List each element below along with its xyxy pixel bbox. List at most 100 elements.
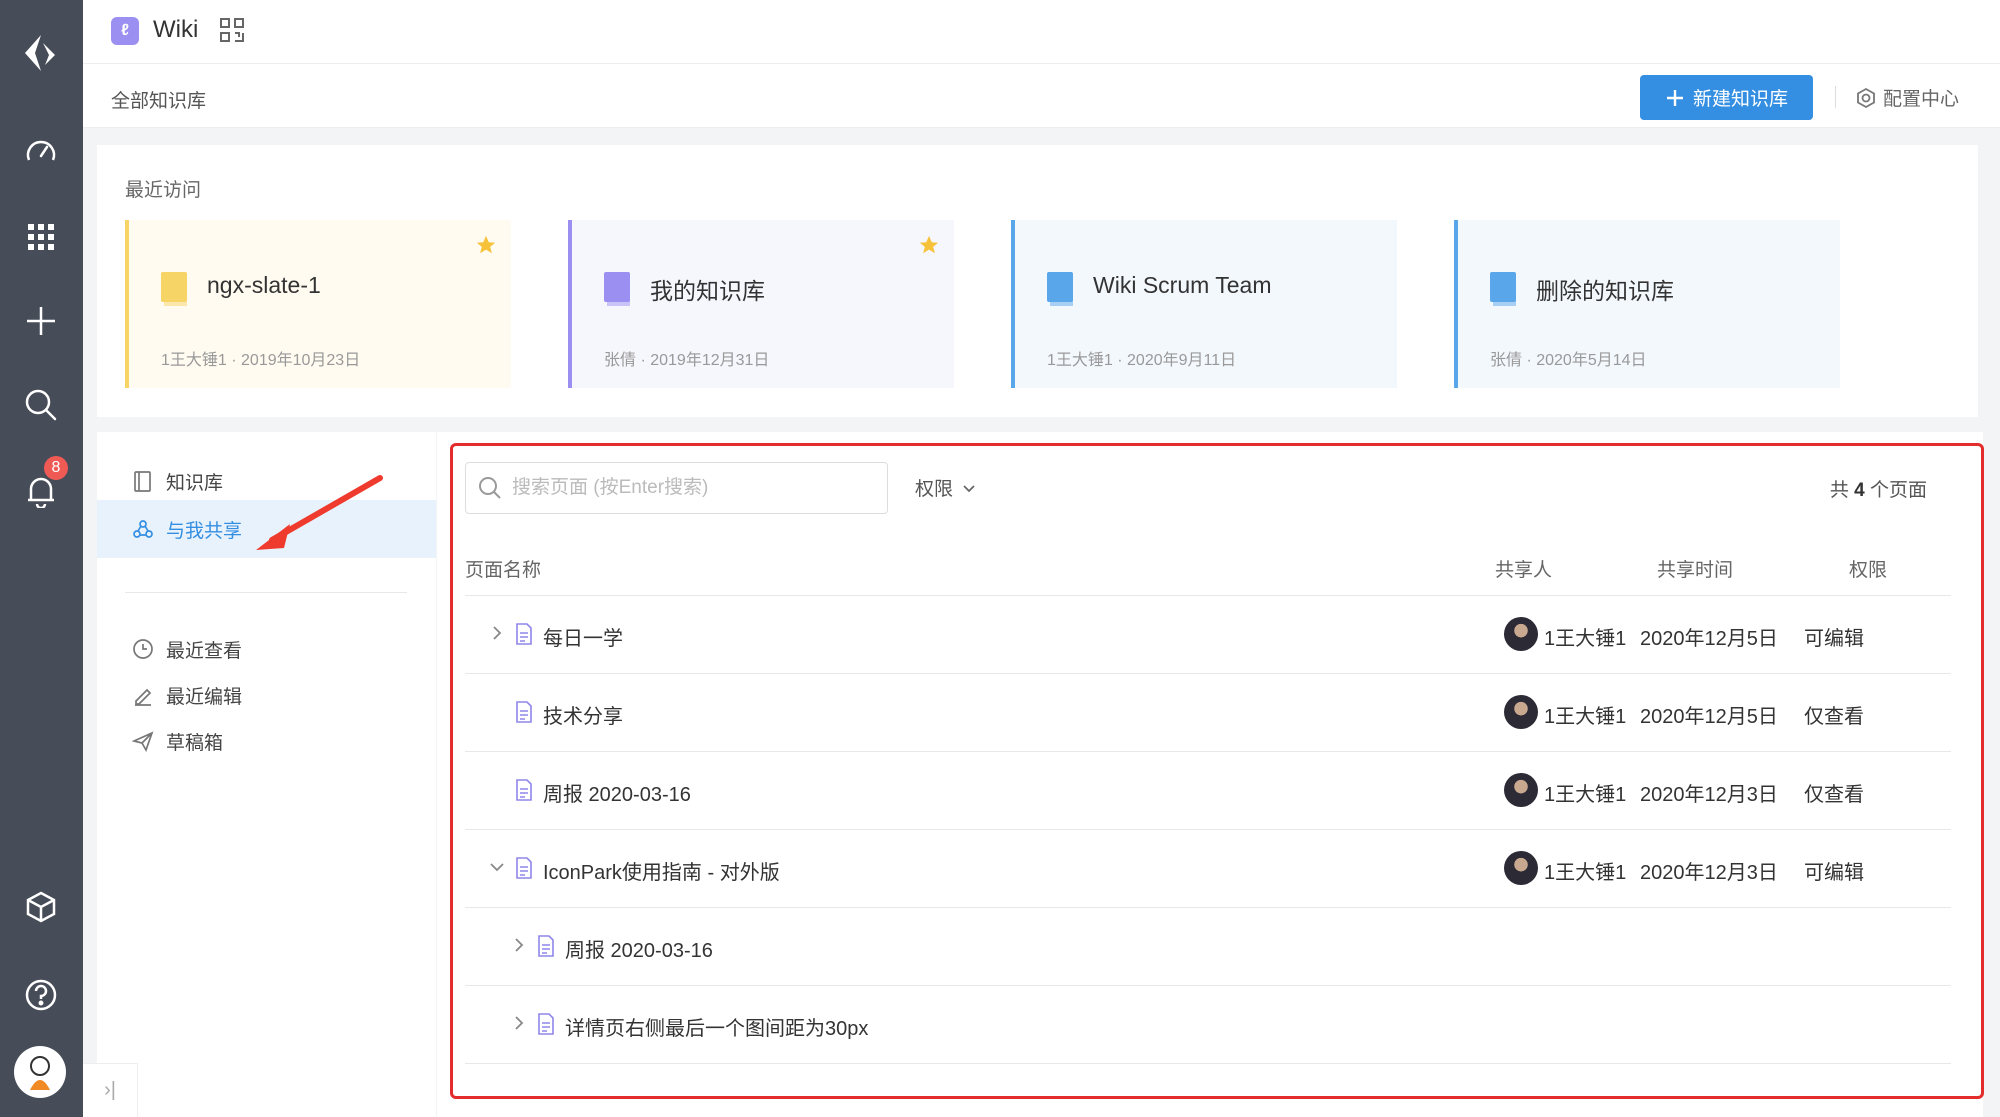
col-page-name[interactable]: 页面名称 [465, 555, 541, 582]
recent-card-name: Wiki Scrum Team [1093, 272, 1272, 298]
user-avatar[interactable] [14, 1046, 66, 1098]
recent-card-name: 我的知识库 [650, 278, 765, 304]
annotation-arrow [256, 475, 383, 550]
chevron-down-icon [963, 484, 975, 492]
book-icon [604, 272, 630, 306]
recent-card-meta: 张倩 · 2019年12月31日 [604, 352, 770, 369]
page-title-link[interactable]: 周报 2020-03-16 [565, 934, 713, 963]
recent-visits-panel: 最近访问 ngx-slate-1 1王大锤1 · 2019年10月23日 我的知识库… [97, 145, 1978, 417]
document-icon [516, 779, 532, 801]
nav-item-label: 与我共享 [166, 520, 243, 542]
recent-card[interactable]: 我的知识库张倩 · 2019年12月31日 [568, 220, 954, 388]
recent-card[interactable]: 删除的知识库 张倩 · 2020年5月14日 [1454, 220, 1840, 388]
share-time: 2020年12月5日 [1640, 706, 1778, 728]
page-title-link[interactable]: 每日一学 [543, 622, 623, 651]
document-icon [538, 935, 554, 957]
col-permission[interactable]: 权限 [1849, 555, 1887, 582]
total-count: 共 4 个页面 [1830, 475, 1927, 502]
add-icon[interactable] [16, 296, 66, 346]
sharer-name: 1王大锤1 [1544, 862, 1627, 884]
table-header: 页面名称 共享人 共享时间 权限 [465, 542, 1951, 596]
edit-icon [135, 688, 152, 706]
sharer-avatar [1504, 617, 1538, 651]
sharer-name: 1王大锤1 [1544, 784, 1627, 806]
star-icon[interactable] [475, 234, 497, 256]
page-title-link[interactable]: 详情页右侧最后一个图间距为30px [565, 1012, 868, 1041]
collapse-sidebar-icon[interactable]: ›| [83, 1063, 138, 1117]
table-row[interactable]: 每日一学 1王大锤1 2020年12月5日 可编辑 [465, 596, 1951, 674]
recent-card[interactable]: ngx-slate-1 1王大锤1 · 2019年10月23日 [125, 220, 511, 388]
table-row[interactable]: 详情页右侧最后一个图间距为30px [465, 986, 1951, 1064]
table-row[interactable]: IconPark使用指南 - 对外版 1王大锤1 2020年12月3日 可编辑 [465, 830, 1951, 908]
page-title-link[interactable]: 周报 2020-03-16 [543, 778, 691, 807]
sharer-name: 1王大锤1 [1544, 706, 1627, 728]
table-row[interactable]: 周报 2020-03-16 [465, 908, 1951, 986]
page-title-link[interactable]: IconPark使用指南 - 对外版 [543, 856, 780, 885]
table-row[interactable]: 周报 2020-03-16 1王大锤1 2020年12月3日 仅查看 [465, 752, 1951, 830]
col-share-time[interactable]: 共享时间 [1657, 555, 1733, 582]
send-icon [132, 731, 154, 752]
chevron-down-icon[interactable] [487, 857, 507, 877]
recent-card[interactable]: Wiki Scrum Team 1王大锤1 · 2020年9月11日 [1011, 220, 1397, 388]
settings-icon [1857, 87, 1875, 108]
star-icon[interactable] [918, 234, 940, 256]
recent-card-name: ngx-slate-1 [207, 272, 321, 298]
config-center-link[interactable]: 配置中心 [1855, 84, 1959, 111]
document-icon [516, 623, 532, 645]
book-icon [1047, 272, 1073, 306]
sharer-avatar [1504, 695, 1538, 729]
recent-visits-title: 最近访问 [125, 180, 202, 201]
help-icon[interactable] [16, 970, 66, 1020]
book-icon [134, 471, 151, 492]
top-header: ℓ Wiki [83, 0, 2000, 64]
permission-value: 仅查看 [1804, 784, 1864, 806]
shared-pages-panel: 权限 共 4 个页面 页面名称 共享人 共享时间 权限 每日一学 1王大锤1 202… [437, 432, 1983, 1117]
permission-value: 可编辑 [1804, 862, 1864, 884]
permission-filter-dropdown[interactable]: 权限 [915, 474, 977, 501]
notification-badge: 8 [44, 456, 68, 480]
permission-value: 可编辑 [1804, 628, 1864, 650]
share-time: 2020年12月5日 [1640, 628, 1778, 650]
qrcode-icon[interactable] [219, 17, 245, 48]
nav-item-label: 最近查看 [166, 640, 243, 662]
permission-value: 仅查看 [1804, 706, 1864, 728]
share-icon [133, 520, 153, 538]
total-number: 4 [1854, 480, 1865, 501]
dashboard-icon[interactable] [16, 128, 66, 178]
document-icon [538, 1013, 554, 1035]
search-icon [479, 477, 501, 499]
book-icon [161, 272, 187, 306]
new-library-label: 新建知识库 [1692, 89, 1788, 110]
page-title: 全部知识库 [111, 91, 207, 112]
header-divider [1835, 86, 1836, 108]
cube-icon[interactable] [16, 882, 66, 932]
total-prefix: 共 [1829, 480, 1849, 501]
total-suffix: 个页面 [1869, 480, 1927, 501]
recent-card-meta: 1王大锤1 · 2020年9月11日 [1047, 352, 1237, 369]
recent-card-name: 删除的知识库 [1536, 278, 1674, 304]
search-input[interactable] [512, 477, 872, 499]
document-icon [516, 701, 532, 723]
nav-item-send[interactable]: 草稿箱 [97, 712, 436, 770]
apps-grid-icon[interactable] [16, 212, 66, 262]
chevron-right-icon[interactable] [509, 935, 529, 955]
share-time: 2020年12月3日 [1640, 862, 1778, 884]
chevron-right-icon[interactable] [487, 623, 507, 643]
search-icon[interactable] [16, 380, 66, 430]
page-search[interactable] [465, 462, 888, 514]
app-title: Wiki [153, 16, 199, 43]
plus-icon [1666, 89, 1683, 106]
sharer-avatar [1504, 773, 1538, 807]
nav-item-label: 最近编辑 [166, 686, 243, 708]
document-icon [516, 857, 532, 879]
nav-item-label: 知识库 [166, 472, 224, 494]
brand-logo-icon[interactable] [16, 28, 66, 78]
new-library-button[interactable]: 新建知识库 [1640, 75, 1813, 120]
share-time: 2020年12月3日 [1640, 784, 1778, 806]
page-title-link[interactable]: 技术分享 [543, 700, 623, 729]
sub-header: 全部知识库 新建知识库 配置中心 [83, 64, 2000, 128]
table-row[interactable]: 技术分享 1王大锤1 2020年12月5日 仅查看 [465, 674, 1951, 752]
recent-card-meta: 1王大锤1 · 2019年10月23日 [161, 352, 361, 369]
col-sharer[interactable]: 共享人 [1495, 555, 1552, 582]
chevron-right-icon[interactable] [509, 1013, 529, 1033]
